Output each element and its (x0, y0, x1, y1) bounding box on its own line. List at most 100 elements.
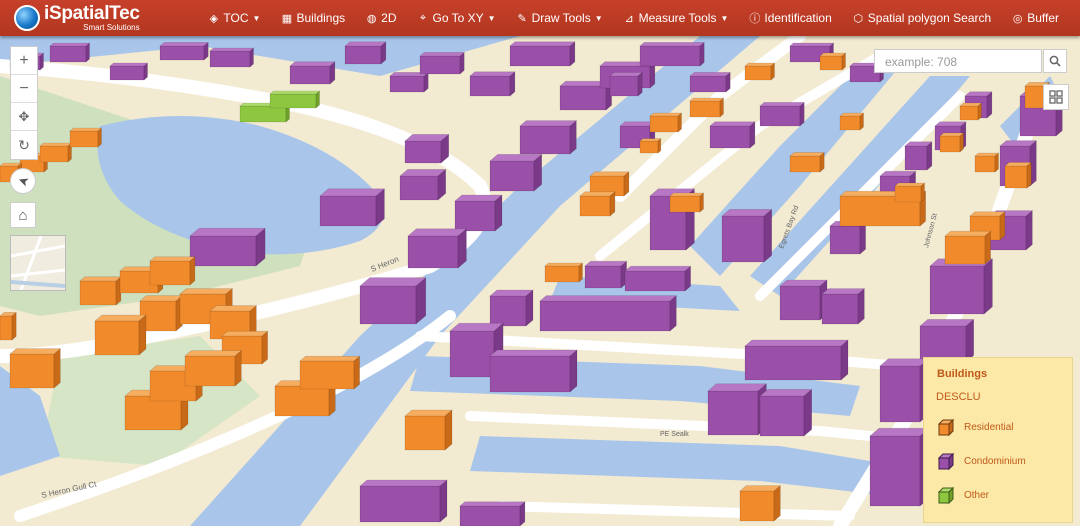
residential-building[interactable] (744, 62, 776, 81)
menu-draw-tools[interactable]: ✎ Draw Tools ▼ (517, 11, 602, 25)
residential-building[interactable] (939, 132, 965, 153)
condominium-building[interactable] (359, 276, 427, 325)
zoom-in-button[interactable]: + (11, 47, 37, 75)
condominium-building[interactable] (869, 427, 930, 507)
condominium-building[interactable] (779, 279, 828, 321)
condominium-building[interactable] (489, 349, 578, 393)
residential-building[interactable] (739, 484, 782, 522)
caret-down-icon: ▼ (487, 13, 496, 23)
search-input[interactable] (883, 51, 1037, 73)
menu-spatial-polygon-search[interactable]: ⬡ Spatial polygon Search (853, 11, 991, 25)
overview-minimap[interactable] (10, 235, 66, 291)
residential-building[interactable] (974, 152, 1000, 173)
residential-building[interactable] (404, 409, 453, 451)
condominium-building[interactable] (539, 294, 678, 332)
condominium-building[interactable] (159, 41, 210, 61)
condominium-building[interactable] (209, 47, 255, 68)
pan-button[interactable]: ✥ (11, 103, 37, 131)
residential-building[interactable] (649, 112, 683, 133)
caret-down-icon: ▼ (720, 13, 729, 23)
condominium-building[interactable] (109, 62, 149, 81)
condominium-building[interactable] (49, 42, 91, 63)
condominium-building[interactable] (744, 339, 849, 381)
condominium-building[interactable] (189, 227, 266, 267)
residential-building[interactable] (944, 230, 992, 265)
condominium-building[interactable] (469, 71, 516, 97)
home-button[interactable]: ⌂ (10, 202, 36, 228)
condominium-building[interactable] (759, 101, 806, 127)
3d-scene-map[interactable]: S Heron S Heron Gull Ct PE Sealk Egrets … (0, 36, 1080, 526)
logo-tagline: Smart Solutions (83, 23, 140, 32)
condominium-building[interactable] (689, 71, 732, 93)
residential-building[interactable] (959, 102, 983, 121)
condominium-building[interactable] (721, 208, 773, 263)
residential-building[interactable] (299, 355, 361, 390)
menu-buildings[interactable]: ▦ Buildings (281, 11, 345, 25)
condominium-building[interactable] (344, 41, 387, 65)
residential-building[interactable] (789, 151, 826, 173)
residential-building[interactable] (544, 262, 584, 283)
residential-building[interactable] (79, 276, 122, 306)
residential-building[interactable] (839, 112, 865, 131)
menu-2d[interactable]: ◍ 2D (366, 11, 397, 25)
condominium-building[interactable] (821, 287, 866, 325)
search-button[interactable] (1043, 49, 1067, 73)
residential-building[interactable] (184, 349, 243, 387)
condominium-building[interactable] (359, 479, 448, 523)
residential-building[interactable] (139, 294, 184, 332)
condominium-building[interactable] (904, 141, 933, 171)
residential-building[interactable] (669, 192, 705, 213)
condominium-building[interactable] (707, 383, 768, 436)
other-building[interactable] (269, 90, 321, 109)
condominium-building[interactable] (489, 289, 534, 327)
residential-building[interactable] (1004, 161, 1033, 189)
condominium-building[interactable] (459, 501, 526, 526)
condominium-building[interactable] (407, 228, 468, 269)
condominium-building[interactable] (404, 133, 450, 164)
app-logo[interactable]: iSpatialTec Smart Solutions (14, 4, 180, 32)
residential-building[interactable] (9, 347, 62, 389)
residential-building[interactable] (639, 137, 662, 154)
condominium-building[interactable] (639, 41, 706, 67)
globe-icon: ◍ (366, 12, 377, 25)
table-icon: ▦ (281, 12, 293, 25)
condominium-building[interactable] (879, 358, 930, 423)
condominium-building[interactable] (419, 51, 466, 75)
cube-swatch-icon (937, 452, 955, 471)
menu-measure-tools[interactable]: ⊿ Measure Tools ▼ (624, 11, 729, 25)
residential-building[interactable] (39, 142, 73, 163)
menu-toc[interactable]: ◈ TOC ▼ (208, 11, 261, 25)
residential-building[interactable] (579, 191, 616, 217)
rotate-button[interactable]: ↻ (11, 131, 37, 159)
menu-identification[interactable]: ⓘ Identification (749, 10, 831, 26)
condominium-building[interactable] (289, 61, 336, 85)
condominium-building[interactable] (454, 194, 503, 232)
residential-building[interactable] (0, 311, 18, 341)
condominium-building[interactable] (509, 41, 576, 67)
cube-swatch-icon (937, 418, 955, 437)
condominium-building[interactable] (624, 265, 692, 292)
condominium-building[interactable] (929, 258, 994, 315)
residential-building[interactable] (149, 256, 196, 286)
condominium-building[interactable] (609, 71, 644, 97)
condominium-building[interactable] (489, 153, 543, 192)
residential-building[interactable] (894, 182, 926, 203)
condominium-building[interactable] (389, 71, 430, 93)
compass-button[interactable]: ➤ (10, 168, 36, 194)
condominium-building[interactable] (399, 168, 447, 201)
basemap-gallery-button[interactable] (1043, 84, 1069, 110)
condominium-building[interactable] (759, 388, 813, 437)
zoom-out-button[interactable]: − (11, 75, 37, 103)
menu-buffer[interactable]: ◎ Buffer (1012, 11, 1059, 25)
condominium-building[interactable] (519, 119, 578, 155)
condominium-building[interactable] (319, 188, 386, 227)
residential-building[interactable] (689, 97, 725, 118)
residential-building[interactable] (94, 314, 147, 356)
condominium-building[interactable] (709, 121, 756, 149)
menu-go-to-xy[interactable]: ⌖ Go To XY ▼ (418, 11, 496, 25)
residential-building[interactable] (69, 127, 103, 148)
condominium-building[interactable] (584, 260, 628, 289)
condominium-building[interactable] (919, 318, 975, 363)
legend-item-other: Other (936, 485, 1060, 505)
residential-building[interactable] (819, 52, 847, 71)
